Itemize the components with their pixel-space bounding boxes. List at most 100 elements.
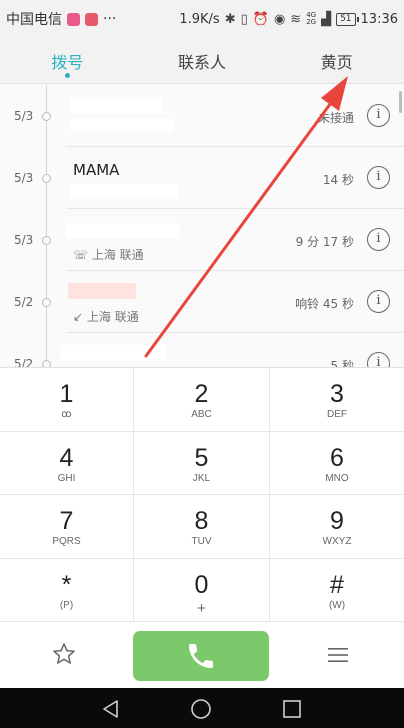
redacted-name [70, 99, 162, 114]
call-details-icon[interactable]: i [367, 228, 390, 251]
bluetooth-icon: ✱ [224, 11, 236, 27]
call-date: 5/3 [14, 233, 34, 247]
key-letters: TUV [191, 536, 212, 547]
key-digit: 0 [194, 570, 209, 599]
signal-icon: ▟ [321, 11, 332, 27]
key-digit: 5 [194, 443, 209, 472]
key-digit: 2 [194, 380, 209, 408]
call-log-row[interactable]: 5/3 ☏ 上海 联通 9 分 17 秒 i [0, 209, 404, 271]
tab-contacts[interactable]: 联系人 [135, 38, 270, 83]
outgoing-call-icon: ☏ [73, 248, 89, 262]
key-letters: WXYZ [322, 536, 352, 547]
call-button[interactable] [133, 631, 269, 681]
carrier-label: 中国电信 [6, 12, 62, 28]
phone-icon [189, 644, 213, 668]
recents-square-icon[interactable] [281, 698, 303, 720]
key-0[interactable]: 0 + [134, 558, 270, 622]
key-6[interactable]: 6 MNO [270, 432, 404, 495]
call-log-row[interactable]: 5/2 5 秒 i [0, 333, 404, 367]
key-letters: GHI [57, 472, 76, 484]
back-triangle-icon[interactable] [100, 698, 122, 720]
call-duration: 响铃 45 秒 [295, 297, 354, 311]
notification-app-icon [85, 12, 98, 26]
network-type-bottom: 2G [306, 18, 317, 26]
call-duration: 5 秒 [330, 359, 354, 367]
contact-name: MAMA [73, 161, 120, 179]
key-letters: PQRS [52, 536, 81, 547]
key-1[interactable]: 1ꝏ [0, 368, 134, 432]
status-bar: 中国电信 ··· 1.9K/s ✱ ▯ ⏰ ◉ ≋ 4G 2G ▟ 51 13:… [0, 0, 404, 38]
key-3[interactable]: 3 DEF [270, 368, 404, 432]
location-text: 上海 联通 [91, 248, 144, 262]
key-letters: JKL [192, 472, 211, 484]
dial-keypad: 1ꝏ 2 ABC 3 DEF 4 GHI 5 JKL 6 MNO 7 PQRS 8 TUV 9… [0, 367, 404, 623]
network-type: 4G 2G [306, 12, 316, 26]
redacted-name [66, 223, 180, 238]
menu-icon[interactable] [327, 645, 349, 665]
key-letters: + [197, 599, 206, 617]
battery-icon: 51 [336, 12, 360, 26]
key-star[interactable]: * (P) [0, 558, 134, 622]
key-digit: 7 [59, 507, 74, 535]
key-digit: * [61, 570, 72, 599]
call-location: ↙ 上海 联通 [73, 308, 139, 325]
clock: 13:36 [360, 11, 398, 27]
key-digit: # [330, 570, 344, 599]
key-letters: MNO [325, 472, 349, 484]
call-log-row[interactable]: 5/3 MAMA 14 秒 i [0, 147, 404, 209]
vibrate-icon: ▯ [240, 11, 248, 27]
call-details-icon[interactable]: i [367, 166, 390, 189]
more-notifications-icon: ··· [103, 11, 117, 27]
call-log-list[interactable]: 5/3 未接通 i 5/3 MAMA 14 秒 i 5/3 ☏ 上海 联通 9 … [0, 85, 404, 367]
redacted-name [68, 283, 136, 299]
key-digit: 3 [330, 380, 344, 408]
location-text: 上海 联通 [86, 310, 139, 324]
key-digit: 6 [330, 443, 344, 472]
missed-call-icon: ↙ [73, 310, 84, 324]
key-5[interactable]: 5 JKL [134, 431, 270, 495]
key-digit: 4 [59, 443, 74, 472]
tab-yellow-pages[interactable]: 黄页 [269, 38, 404, 83]
star-icon[interactable] [52, 642, 76, 666]
call-duration: 9 分 17 秒 [295, 235, 354, 249]
network-speed: 1.9K/s [179, 11, 220, 27]
tab-dialer[interactable]: 拨号 [0, 38, 135, 83]
key-digit: 1 [59, 380, 74, 408]
key-letters: ABC [191, 409, 212, 420]
call-log-row[interactable]: 5/3 未接通 i [0, 85, 404, 147]
key-9[interactable]: 9 WXYZ [270, 495, 404, 559]
system-nav-bar [0, 688, 404, 728]
call-date: 5/2 [14, 295, 34, 309]
voicemail-icon: ꝏ [61, 409, 72, 420]
redacted-location [70, 119, 174, 132]
timeline-node [42, 174, 51, 183]
eye-comfort-icon: ◉ [273, 11, 286, 27]
key-7[interactable]: 7 PQRS [0, 495, 134, 559]
timeline-node [42, 360, 51, 367]
key-letters: DEF [327, 409, 347, 420]
wifi-icon: ≋ [290, 11, 302, 27]
call-details-icon[interactable]: i [367, 352, 390, 367]
key-letters: (P) [59, 599, 74, 611]
key-digit: 8 [194, 507, 209, 535]
call-date: 5/3 [14, 171, 34, 185]
call-details-icon[interactable]: i [367, 290, 390, 313]
call-log-row[interactable]: 5/2 ↙ 上海 联通 响铃 45 秒 i [0, 271, 404, 333]
redacted-location [70, 184, 178, 197]
key-2[interactable]: 2 ABC [134, 368, 270, 432]
timeline-node [42, 298, 51, 307]
music-app-icon [67, 12, 80, 26]
timeline-node [42, 112, 51, 121]
redacted-name [60, 345, 166, 361]
call-duration: 14 秒 [322, 173, 354, 187]
dialer-action-bar [0, 621, 404, 688]
call-details-icon[interactable]: i [367, 104, 390, 127]
key-hash[interactable]: # (W) [270, 559, 404, 623]
key-8[interactable]: 8 TUV [134, 495, 270, 559]
key-letters: (W) [328, 599, 346, 611]
timeline-node [42, 236, 51, 245]
key-digit: 9 [330, 507, 344, 535]
key-4[interactable]: 4 GHI [0, 431, 134, 495]
tab-bar: 拨号 联系人 黄页 [0, 38, 404, 84]
home-circle-icon[interactable] [190, 698, 212, 720]
